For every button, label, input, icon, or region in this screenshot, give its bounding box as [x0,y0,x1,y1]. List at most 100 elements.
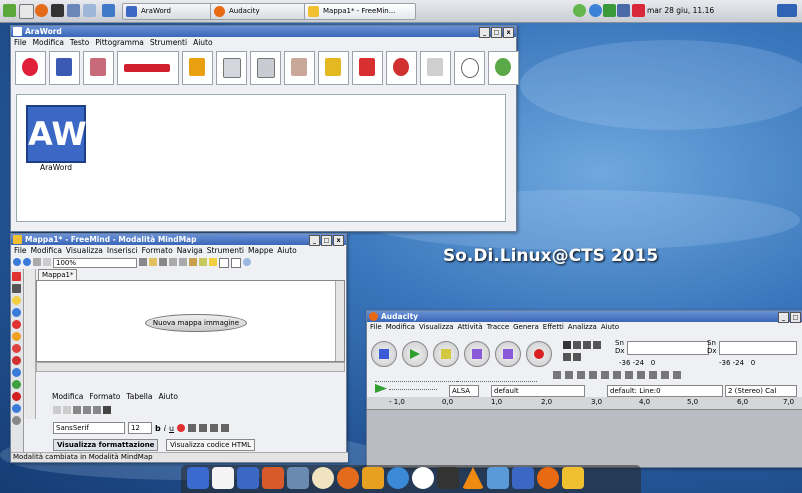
minimize-button[interactable]: _ [479,27,490,38]
menu-aiuto[interactable]: Aiuto [277,245,297,256]
record-button[interactable] [526,341,552,367]
menu-formato[interactable]: Formato [142,245,173,256]
menu-aiuto[interactable]: Aiuto [193,37,213,48]
cut-icon[interactable] [553,371,561,379]
trim-icon[interactable] [589,371,597,379]
playback-meter-bar[interactable] [719,341,797,355]
record-meter[interactable]: Sn Dx [615,339,625,355]
cut-icon[interactable] [189,258,197,266]
file-icon[interactable] [19,4,34,19]
volume-icon[interactable] [603,4,616,17]
remove-icon[interactable] [12,272,21,281]
clock-icon[interactable] [12,416,21,425]
undo-button[interactable] [284,51,315,85]
warning-icon[interactable] [12,332,21,341]
new-document-button[interactable] [15,51,46,85]
forward-icon[interactable] [23,258,31,266]
undo-icon[interactable] [53,406,61,414]
open-button[interactable] [49,51,80,85]
map-vertical-scrollbar[interactable] [335,281,344,361]
workspace-switcher-icon[interactable] [777,4,797,17]
audacity-titlebar[interactable]: Audacity _ □ [367,311,802,323]
menu-modifica[interactable]: Modifica [31,245,62,256]
clock[interactable]: mar 28 giu, 11.16 [647,4,714,18]
align-center-icon[interactable] [199,424,208,432]
font-family-select[interactable]: SansSerif [53,422,125,434]
color-icon[interactable] [177,424,186,432]
speak-button[interactable] [488,51,519,85]
list-icon[interactable] [221,424,230,432]
idea-icon[interactable] [209,258,217,266]
paste-icon[interactable] [199,258,207,266]
pictogram-apple-button[interactable] [386,51,417,85]
printer-icon[interactable] [287,467,309,489]
link-button[interactable] [117,51,179,85]
presentation-icon[interactable] [262,467,284,489]
silence-icon[interactable] [601,371,609,379]
audacity-icon[interactable] [537,467,559,489]
play-button[interactable] [402,341,428,367]
maximize-button[interactable]: □ [491,27,502,38]
araword-logo[interactable]: AW [26,105,87,163]
minimize-button[interactable]: _ [778,312,789,323]
pictogram-fruits-button[interactable] [318,51,349,85]
dropdown-icon[interactable] [139,258,147,266]
freemind-icon[interactable] [562,467,584,489]
folder-icon[interactable] [149,258,157,266]
window-icon[interactable] [67,4,80,17]
skip-end-button[interactable] [495,341,521,367]
menu-aiuto[interactable]: Aiuto [601,322,619,333]
copy-button[interactable] [216,51,247,85]
menu-testo[interactable]: Testo [70,37,89,48]
task-araword[interactable]: AraWord [122,3,224,20]
show-desktop-icon[interactable] [102,4,115,17]
araword-document-area[interactable]: AW AraWord [16,94,506,222]
channels-select[interactable]: 2 (Stereo) Cal [725,385,797,397]
save-icon[interactable] [159,258,167,266]
stop-button[interactable] [433,341,459,367]
host-select[interactable]: ALSA [449,385,479,397]
bold-button[interactable]: b [155,424,161,433]
power-icon[interactable] [632,4,645,17]
menu-strumenti[interactable]: Strumenti [207,245,244,256]
sync-lock-icon[interactable] [637,371,645,379]
skip-start-button[interactable] [464,341,490,367]
exclamation-icon[interactable] [12,320,21,329]
flag-icon[interactable] [12,356,21,365]
task-freemind[interactable]: Mappa1* - FreeMin... [304,3,416,20]
record-volume-slider[interactable] [457,373,537,382]
underline-button[interactable]: u [169,424,174,433]
zoom-out-icon[interactable] [661,371,669,379]
menu-file[interactable]: File [14,245,27,256]
find-icon[interactable] [103,406,111,414]
writer-icon[interactable] [237,467,259,489]
font-size-select[interactable]: 12 [128,422,152,434]
terminal-icon[interactable] [83,4,96,17]
pause-button[interactable] [371,341,397,367]
redo-icon[interactable] [625,371,633,379]
pictogram-apples-button[interactable] [352,51,383,85]
menu-inserisci[interactable]: Inserisci [107,245,138,256]
editor-menu-tabella[interactable]: Tabella [126,391,152,402]
timeshift-tool-icon[interactable] [563,353,571,361]
cloud-icon[interactable] [243,258,251,266]
root-node[interactable]: Nuova mappa immagine [145,314,247,332]
stop-icon[interactable] [12,344,21,353]
menu-file[interactable]: File [370,322,382,333]
firefox-icon[interactable] [35,4,48,17]
accessibility-icon[interactable] [589,4,602,17]
maximize-button[interactable]: □ [321,235,332,246]
menu-effetti[interactable]: Effetti [543,322,564,333]
araword-icon[interactable] [512,467,534,489]
paste-button[interactable] [250,51,281,85]
check-icon[interactable] [12,380,21,389]
menu-naviga[interactable]: Naviga [177,245,203,256]
update-icon[interactable] [573,4,586,17]
firefox-icon[interactable] [337,467,359,489]
cut-button[interactable] [182,51,213,85]
track-area[interactable] [367,410,802,467]
envelope-tool-icon[interactable] [573,341,581,349]
editor-menu-formato[interactable]: Formato [89,391,120,402]
fit-icon[interactable] [673,371,681,379]
maximize-button[interactable]: □ [790,312,801,323]
